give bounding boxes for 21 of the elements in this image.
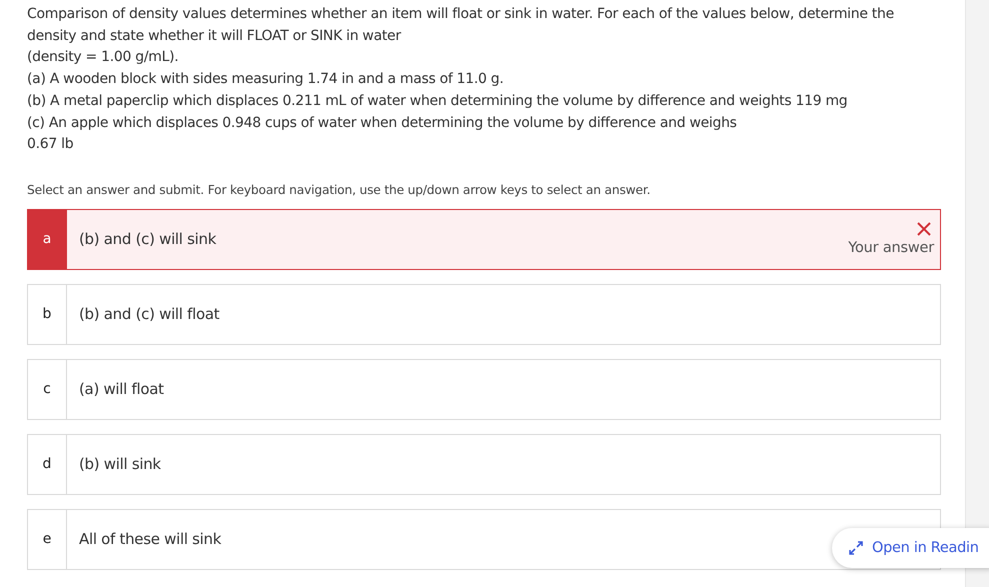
answer-option[interactable]: d (b) will sink	[27, 434, 941, 495]
option-text: (b) will sink	[78, 454, 161, 476]
answer-option[interactable]: c (a) will float	[27, 358, 941, 420]
instruction-text: Select an answer and submit. For keyboard navigation, use the up/down arrow keys to select an answer.	[27, 182, 652, 197]
option-text: (a) will float	[78, 379, 164, 400]
question-text: 0.67 lb	[27, 135, 74, 154]
your-answer-label: Your answer	[848, 240, 934, 256]
question-text: (c) An apple which displaces 0.948 cups of water when determining the volume by difference and weighs	[27, 114, 738, 133]
answer-option[interactable]: b (b) and (c) will float	[27, 284, 941, 345]
question-text: Comparison of density values determines whether an item will float or sink in water. For each of the values below, determine the density and state whether it will FLOAT or SINK in water	[27, 5, 895, 46]
question-text: (a) A wooden block with sides measuring 1.74 in and a mass of 11.0 g.	[27, 70, 505, 90]
question-text: (b) A metal paperclip which displaces 0.211 mL of water when determining the volume by difference and weights 119 mg	[27, 92, 848, 111]
expand-arrows-icon	[848, 540, 864, 556]
open-in-reading-button[interactable]: Open in Readin	[832, 528, 989, 568]
incorrect-cross-icon	[917, 222, 931, 236]
option-text: (b) and (c) will float	[78, 304, 220, 326]
option-text: All of these will sink	[78, 529, 222, 550]
question-text: (density = 1.00 g/mL).	[27, 48, 180, 68]
option-letter: a	[28, 210, 67, 269]
option-text: (b) and (c) will sink	[78, 229, 216, 250]
answer-option[interactable]: a (b) and (c) will sink Your answer	[27, 208, 941, 270]
